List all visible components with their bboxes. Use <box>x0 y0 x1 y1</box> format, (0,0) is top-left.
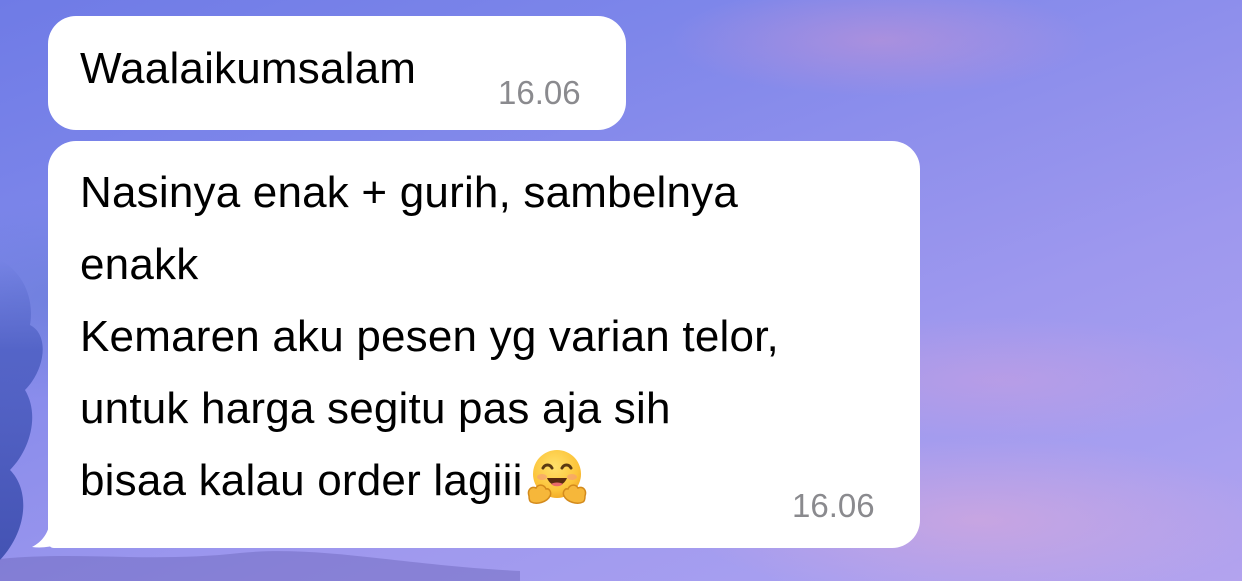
message-text-block: Nasinya enak + gurih, sambelnya enakk Ke… <box>80 157 779 517</box>
message-timestamp: 16.06 <box>792 487 875 524</box>
message-line: Kemaren aku pesen yg varian telor, <box>80 312 779 361</box>
message-text: Waalaikumsalam <box>80 44 417 93</box>
message-line: Nasinya enak + gurih, sambelnya <box>80 168 739 217</box>
message-line-text: bisaa kalau order lagiii <box>80 456 523 505</box>
message-bubble-incoming[interactable]: Waalaikumsalam 16.06 <box>48 16 626 130</box>
message-line: enakk <box>80 240 199 289</box>
message-line: untuk harga segitu pas aja sih <box>80 384 671 433</box>
message-timestamp: 16.06 <box>498 74 581 111</box>
message-line: bisaa kalau order lagiii <box>80 445 779 517</box>
message-bubble-incoming[interactable]: Nasinya enak + gurih, sambelnya enakk Ke… <box>48 141 920 548</box>
hugging-face-emoji-icon <box>527 450 586 504</box>
